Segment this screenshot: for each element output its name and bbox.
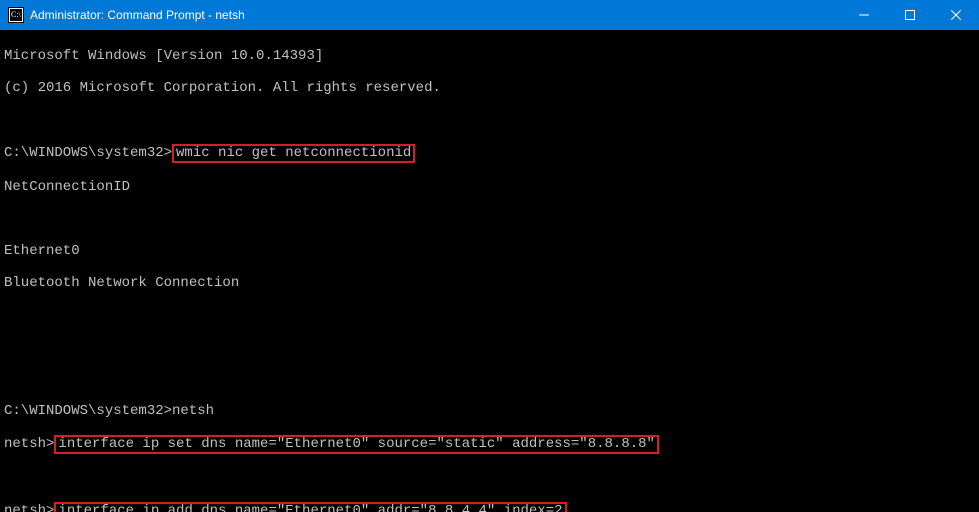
prompt-prefix: C:\WINDOWS\system32>: [4, 403, 172, 419]
maximize-button[interactable]: [887, 0, 933, 30]
command-prompt-window: C:\ Administrator: Command Prompt - nets…: [0, 0, 979, 512]
prompt-line: netsh>interface ip add dns name="Etherne…: [4, 502, 975, 512]
cmd-icon: C:\: [8, 7, 24, 23]
terminal-output[interactable]: Microsoft Windows [Version 10.0.14393] (…: [0, 30, 979, 512]
titlebar[interactable]: C:\ Administrator: Command Prompt - nets…: [0, 0, 979, 30]
blank-line: [4, 470, 975, 486]
command-text: netsh: [172, 403, 214, 419]
output-line: Bluetooth Network Connection: [4, 275, 975, 291]
highlighted-command: interface ip set dns name="Ethernet0" so…: [54, 435, 659, 454]
blank-line: [4, 211, 975, 227]
output-line: NetConnectionID: [4, 179, 975, 195]
blank-line: [4, 371, 975, 387]
output-line: Microsoft Windows [Version 10.0.14393]: [4, 48, 975, 64]
blank-line: [4, 112, 975, 128]
svg-text:C:\: C:\: [11, 10, 22, 19]
prompt-line: C:\WINDOWS\system32>netsh: [4, 403, 975, 419]
output-line: (c) 2016 Microsoft Corporation. All righ…: [4, 80, 975, 96]
prompt-prefix: C:\WINDOWS\system32>: [4, 145, 172, 161]
close-button[interactable]: [933, 0, 979, 30]
output-line: Ethernet0: [4, 243, 975, 259]
window-title: Administrator: Command Prompt - netsh: [30, 8, 245, 22]
prompt-line: netsh>interface ip set dns name="Etherne…: [4, 435, 975, 454]
prompt-line: C:\WINDOWS\system32>wmic nic get netconn…: [4, 144, 975, 163]
netsh-prompt: netsh>: [4, 503, 54, 512]
highlighted-command: interface ip add dns name="Ethernet0" ad…: [54, 502, 566, 512]
netsh-prompt: netsh>: [4, 436, 54, 452]
blank-line: [4, 339, 975, 355]
minimize-button[interactable]: [841, 0, 887, 30]
highlighted-command: wmic nic get netconnectionid: [172, 144, 415, 163]
blank-line: [4, 307, 975, 323]
